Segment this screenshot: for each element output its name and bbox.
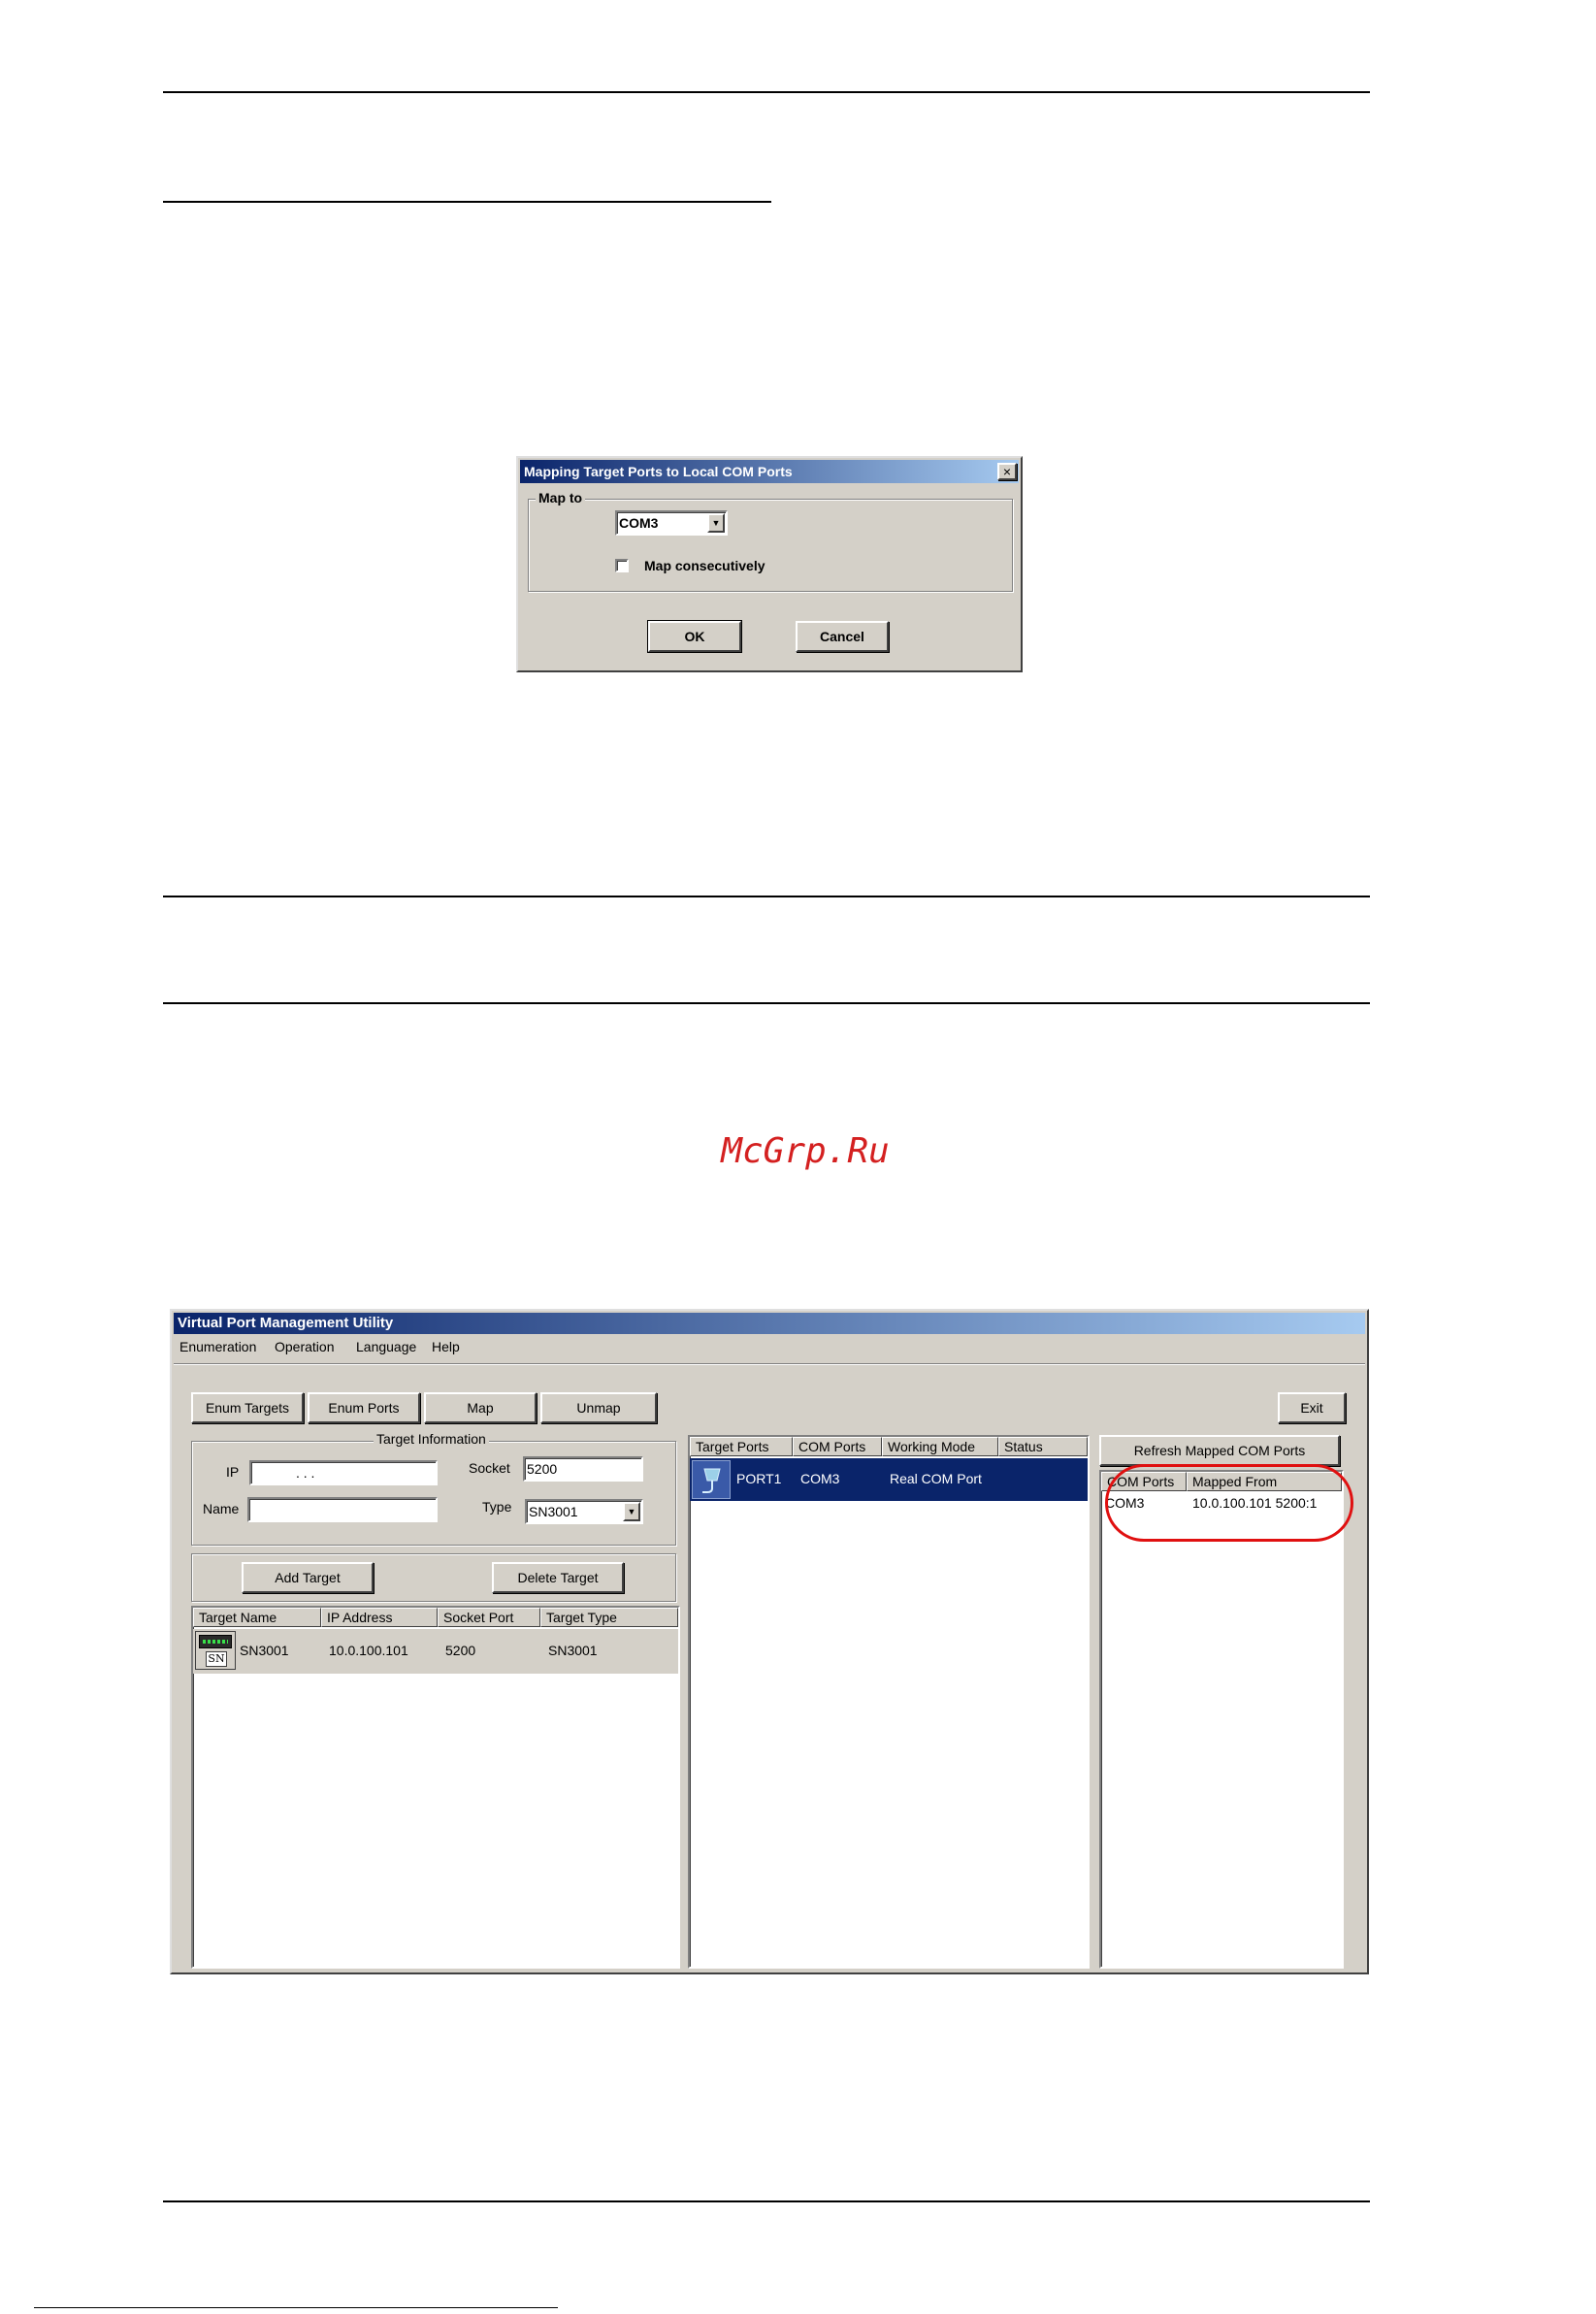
cancel-button[interactable]: Cancel xyxy=(796,621,889,652)
middle-rule-1 xyxy=(163,896,1370,897)
dialog-close-button[interactable]: × xyxy=(997,463,1017,480)
map-label: Map xyxy=(467,1400,494,1416)
map-consecutively-checkbox[interactable] xyxy=(615,559,629,572)
target-name-cell: SN3001 xyxy=(240,1643,289,1658)
map-to-label: Map to xyxy=(536,490,586,505)
delete-target-label: Delete Target xyxy=(517,1570,599,1585)
bottom-rule xyxy=(163,2200,1370,2202)
enum-targets-button[interactable]: Enum Targets xyxy=(191,1392,304,1423)
socket-input[interactable]: 5200 xyxy=(523,1456,643,1482)
socket-label: Socket xyxy=(469,1460,510,1476)
com-port-cell: COM3 xyxy=(800,1471,840,1486)
watermark: McGrp.Ru xyxy=(721,1131,890,1171)
ok-label: OK xyxy=(684,629,705,644)
menu-enumeration[interactable]: Enumeration xyxy=(179,1339,256,1354)
exit-label: Exit xyxy=(1300,1400,1323,1416)
delete-target-button[interactable]: Delete Target xyxy=(492,1562,624,1593)
ip-input-value: . . . xyxy=(296,1465,315,1481)
socket-input-value: 5200 xyxy=(527,1461,558,1477)
table-row[interactable]: PORT1 COM3 Real COM Port xyxy=(690,1458,1088,1501)
dialog-title: Mapping Target Ports to Local COM Ports xyxy=(524,464,793,479)
unmap-button[interactable]: Unmap xyxy=(540,1392,657,1423)
dialog-titlebar: Mapping Target Ports to Local COM Ports xyxy=(520,460,1019,483)
header-target-ports[interactable]: Target Ports xyxy=(690,1437,793,1456)
enum-ports-button[interactable]: Enum Ports xyxy=(308,1392,420,1423)
app-titlebar: Virtual Port Management Utility xyxy=(174,1313,1365,1334)
ip-input[interactable]: . . . xyxy=(249,1460,438,1485)
enum-targets-label: Enum Targets xyxy=(205,1400,290,1416)
header-status[interactable]: Status xyxy=(998,1437,1088,1456)
chevron-down-icon[interactable]: ▼ xyxy=(623,1502,640,1521)
header-socket-port[interactable]: Socket Port xyxy=(438,1608,540,1627)
type-select-value: SN3001 xyxy=(529,1504,578,1519)
header-target-type[interactable]: Target Type xyxy=(540,1608,678,1627)
socket-port-cell: 5200 xyxy=(445,1643,476,1658)
map-consecutively-label: Map consecutively xyxy=(644,558,765,573)
ip-address-cell: 10.0.100.101 xyxy=(329,1643,408,1658)
menu-separator xyxy=(174,1363,1365,1365)
app-title: Virtual Port Management Utility xyxy=(178,1315,394,1331)
unmap-label: Unmap xyxy=(576,1400,621,1416)
mapped-com-ports-list[interactable]: COM Ports Mapped From COM3 10.0.100.101 … xyxy=(1099,1470,1344,1969)
mapping-dialog: Mapping Target Ports to Local COM Ports … xyxy=(516,456,1023,672)
enum-ports-label: Enum Ports xyxy=(328,1400,400,1416)
serial-port-icon xyxy=(692,1460,731,1499)
add-target-button[interactable]: Add Target xyxy=(242,1562,374,1593)
target-info-label: Target Information xyxy=(374,1431,489,1447)
header-working-mode[interactable]: Working Mode xyxy=(882,1437,998,1456)
device-led-strip xyxy=(203,1640,228,1644)
name-input[interactable] xyxy=(247,1497,438,1522)
menu-help[interactable]: Help xyxy=(432,1339,460,1354)
header-ip-address[interactable]: IP Address xyxy=(321,1608,438,1627)
target-ports-list[interactable]: Target Ports COM Ports Working Mode Stat… xyxy=(688,1435,1090,1969)
map-to-group xyxy=(528,499,1013,592)
name-label: Name xyxy=(203,1501,240,1516)
chevron-down-icon[interactable]: ▼ xyxy=(707,513,725,533)
refresh-mapped-label: Refresh Mapped COM Ports xyxy=(1133,1443,1306,1458)
target-port-cell: PORT1 xyxy=(736,1471,782,1486)
cancel-label: Cancel xyxy=(820,629,864,644)
type-select[interactable]: SN3001 ▼ xyxy=(525,1499,643,1524)
device-screen xyxy=(199,1635,232,1648)
targets-list[interactable]: Target Name IP Address Socket Port Targe… xyxy=(191,1606,680,1969)
ip-label: IP xyxy=(226,1464,240,1480)
menu-language[interactable]: Language xyxy=(356,1339,416,1354)
highlight-circle xyxy=(1105,1464,1353,1542)
table-row[interactable]: SN SN3001 10.0.100.101 5200 SN3001 xyxy=(193,1629,678,1674)
add-target-label: Add Target xyxy=(275,1570,341,1585)
middle-rule-2 xyxy=(163,1002,1370,1004)
menu-bar: Enumeration Operation Language Help xyxy=(174,1336,1365,1357)
com-port-select[interactable]: COM3 ▼ xyxy=(615,510,728,536)
serial-port-icon-graphic xyxy=(702,1468,721,1493)
type-label: Type xyxy=(482,1499,512,1515)
ok-button[interactable]: OK xyxy=(648,621,741,652)
refresh-mapped-com-ports-button[interactable]: Refresh Mapped COM Ports xyxy=(1099,1435,1340,1466)
map-button[interactable]: Map xyxy=(424,1392,537,1423)
device-label: SN xyxy=(206,1651,227,1667)
header-com-ports[interactable]: COM Ports xyxy=(793,1437,882,1456)
app-window: Virtual Port Management Utility Enumerat… xyxy=(170,1309,1369,1974)
com-port-value: COM3 xyxy=(619,515,659,531)
top-rule xyxy=(163,91,1370,93)
header-target-name[interactable]: Target Name xyxy=(193,1608,321,1627)
device-icon: SN xyxy=(195,1631,236,1670)
footer-rule xyxy=(34,2307,558,2308)
section-underline xyxy=(163,201,771,203)
exit-button[interactable]: Exit xyxy=(1278,1392,1346,1423)
menu-operation[interactable]: Operation xyxy=(275,1339,334,1354)
close-icon: × xyxy=(1002,464,1012,479)
working-mode-cell: Real COM Port xyxy=(890,1471,982,1486)
target-type-cell: SN3001 xyxy=(548,1643,598,1658)
